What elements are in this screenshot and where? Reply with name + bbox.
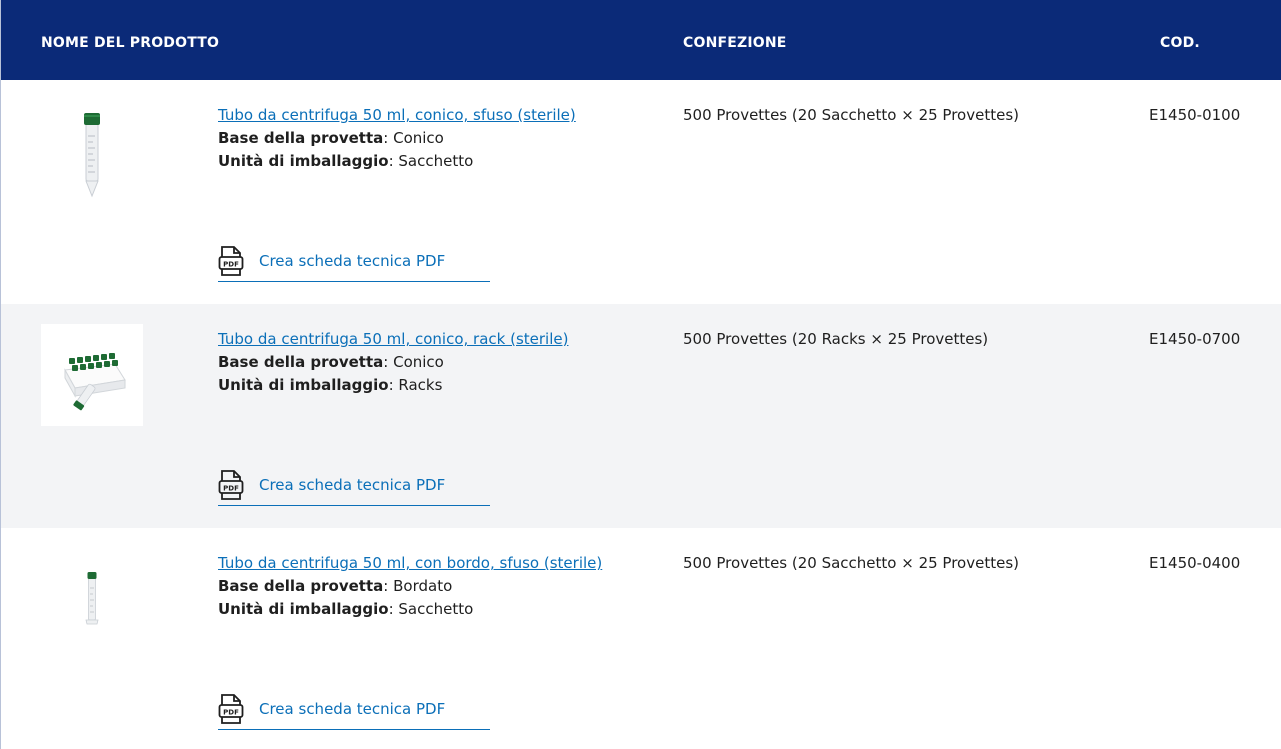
pdf-link-label: Crea scheda tecnica PDF [259,252,446,270]
tube-image [84,113,100,198]
attr-base: Base della provetta: Conico [218,127,658,150]
package-cell: 500 Provettes (20 Racks × 25 Provettes) [683,330,989,348]
attr-label: Base della provetta [218,353,384,371]
header-product-name: NOME DEL PRODOTTO [41,35,220,51]
attr-value: : Conico [383,353,444,371]
attr-label: Unità di imballaggio [218,376,389,394]
attr-label: Unità di imballaggio [218,152,389,170]
product-details: Tubo da centrifuga 50 ml, con bordo, sfu… [218,552,658,730]
pdf-icon: PDF [218,694,244,724]
pdf-link-label: Crea scheda tecnica PDF [259,700,446,718]
product-image[interactable] [41,324,143,426]
tube-image [85,572,99,625]
product-link[interactable]: Tubo da centrifuga 50 ml, con bordo, sfu… [218,552,658,575]
attr-value: : Sacchetto [388,152,474,170]
create-pdf-link[interactable]: PDF Crea scheda tecnica PDF [218,246,490,282]
attr-label: Base della provetta [218,577,384,595]
pdf-icon: PDF [218,470,244,500]
attr-label: Base della provetta [218,129,384,147]
attr-value: : Sacchetto [388,600,474,618]
product-link[interactable]: Tubo da centrifuga 50 ml, conico, rack (… [218,328,658,351]
attr-value: : Racks [388,376,443,394]
product-link[interactable]: Tubo da centrifuga 50 ml, conico, sfuso … [218,104,658,127]
attr-base: Base della provetta: Bordato [218,575,658,598]
code-cell: E1450-0100 [1149,106,1241,124]
attr-value: : Bordato [383,577,453,595]
attr-value: : Conico [383,129,444,147]
pdf-icon: PDF [218,246,244,276]
code-cell: E1450-0400 [1149,554,1241,572]
package-cell: 500 Provettes (20 Sacchetto × 25 Provett… [683,106,1019,124]
svg-text:PDF: PDF [223,709,239,717]
code-cell: E1450-0700 [1149,330,1241,348]
header-code: COD. [1160,35,1200,51]
table-header: NOME DEL PRODOTTO CONFEZIONE COD. [1,0,1281,80]
create-pdf-link[interactable]: PDF Crea scheda tecnica PDF [218,694,490,730]
rack-image [64,353,126,411]
product-details: Tubo da centrifuga 50 ml, conico, rack (… [218,328,658,506]
product-image[interactable] [41,100,143,202]
table-row: Tubo da centrifuga 50 ml, conico, sfuso … [1,80,1281,304]
product-table: NOME DEL PRODOTTO CONFEZIONE COD. Tubo d… [0,0,1281,749]
attr-unit: Unità di imballaggio: Sacchetto [218,150,658,173]
package-cell: 500 Provettes (20 Sacchetto × 25 Provett… [683,554,1019,572]
product-image[interactable] [41,548,143,650]
attr-base: Base della provetta: Conico [218,351,658,374]
header-package: CONFEZIONE [683,35,787,51]
table-row: Tubo da centrifuga 50 ml, con bordo, sfu… [1,528,1281,749]
svg-text:PDF: PDF [223,261,239,269]
pdf-link-label: Crea scheda tecnica PDF [259,476,446,494]
product-details: Tubo da centrifuga 50 ml, conico, sfuso … [218,104,658,282]
attr-unit: Unità di imballaggio: Racks [218,374,658,397]
svg-text:PDF: PDF [223,485,239,493]
attr-label: Unità di imballaggio [218,600,389,618]
table-row: Tubo da centrifuga 50 ml, conico, rack (… [1,304,1281,528]
attr-unit: Unità di imballaggio: Sacchetto [218,598,658,621]
create-pdf-link[interactable]: PDF Crea scheda tecnica PDF [218,470,490,506]
